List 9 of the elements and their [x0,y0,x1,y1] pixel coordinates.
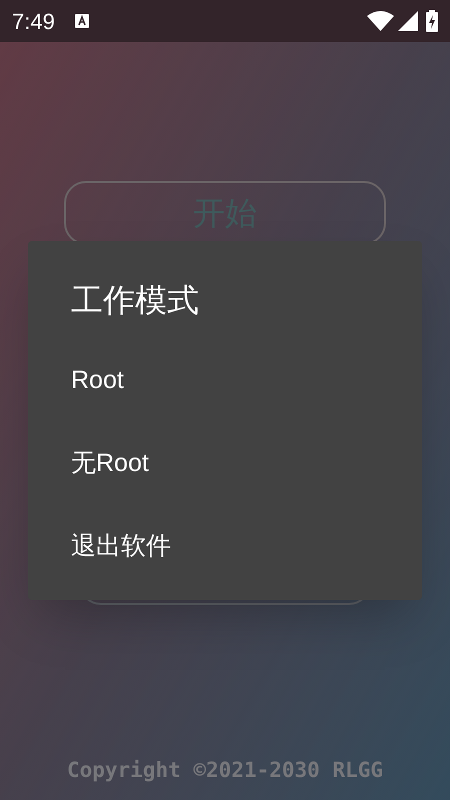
dialog-option[interactable]: 退出软件 [71,528,171,566]
dialog-option[interactable]: 无Root [71,444,149,482]
status-time: 7:49 [12,8,55,36]
battery-charging-icon [426,10,438,32]
dialog-title: 工作模式 [71,281,200,320]
wifi-icon [367,11,394,31]
signal-icon [398,11,418,31]
dialog-option[interactable]: Root [71,362,124,400]
notification-icon [74,14,89,28]
